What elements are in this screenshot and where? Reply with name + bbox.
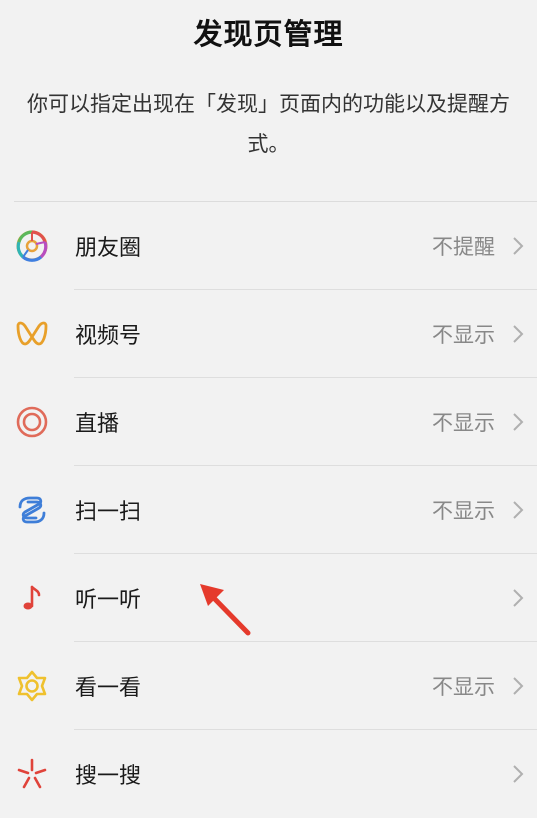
scan-icon	[14, 492, 50, 528]
chevron-right-icon	[509, 763, 527, 785]
live-icon	[14, 404, 50, 440]
chevron-right-icon	[509, 675, 527, 697]
list-item-search[interactable]: 搜一搜	[14, 730, 537, 818]
list-item-label: 搜一搜	[75, 764, 142, 789]
music-note-icon	[14, 580, 50, 616]
chevron-right-icon	[509, 323, 527, 345]
list-item-label: 朋友圈	[75, 236, 142, 261]
list-item-label: 视频号	[75, 324, 142, 349]
list-item-moments[interactable]: 朋友圈 不提醒	[14, 202, 537, 290]
status-text: 不显示	[432, 675, 495, 699]
status-text: 不显示	[432, 499, 495, 523]
page-description: 你可以指定出现在「发现」页面内的功能以及提醒方式。	[27, 92, 510, 156]
chevron-right-icon	[509, 499, 527, 521]
list-item-label: 直播	[75, 412, 120, 437]
list-item-listen[interactable]: 听一听	[14, 554, 537, 642]
chevron-right-icon	[509, 411, 527, 433]
annotation-arrow-icon	[200, 584, 251, 636]
status-text: 不提醒	[432, 235, 495, 259]
header: 发现页管理 你可以指定出现在「发现」页面内的功能以及提醒方式。	[0, 0, 537, 164]
chevron-right-icon	[509, 235, 527, 257]
top-stories-icon	[14, 668, 50, 704]
moments-icon	[14, 228, 50, 264]
channels-icon	[14, 316, 50, 352]
list-item-label: 看一看	[75, 676, 142, 701]
search-icon	[14, 756, 50, 792]
list-item-channels[interactable]: 视频号 不显示	[14, 290, 537, 378]
status-text: 不显示	[432, 411, 495, 435]
list-item-top-stories[interactable]: 看一看 不显示	[14, 642, 537, 730]
list-item-live[interactable]: 直播 不显示	[14, 378, 537, 466]
list-item-scan[interactable]: 扫一扫 不显示	[14, 466, 537, 554]
list-item-label: 听一听	[75, 588, 142, 613]
discover-settings-list: 朋友圈 不提醒 视频号 不显示 直播 不显示 扫一扫 不显示 听一听 看一看 不…	[14, 201, 537, 818]
page-title: 发现页管理	[193, 17, 344, 51]
status-text: 不显示	[432, 323, 495, 347]
chevron-right-icon	[509, 587, 527, 609]
list-item-label: 扫一扫	[75, 500, 142, 525]
